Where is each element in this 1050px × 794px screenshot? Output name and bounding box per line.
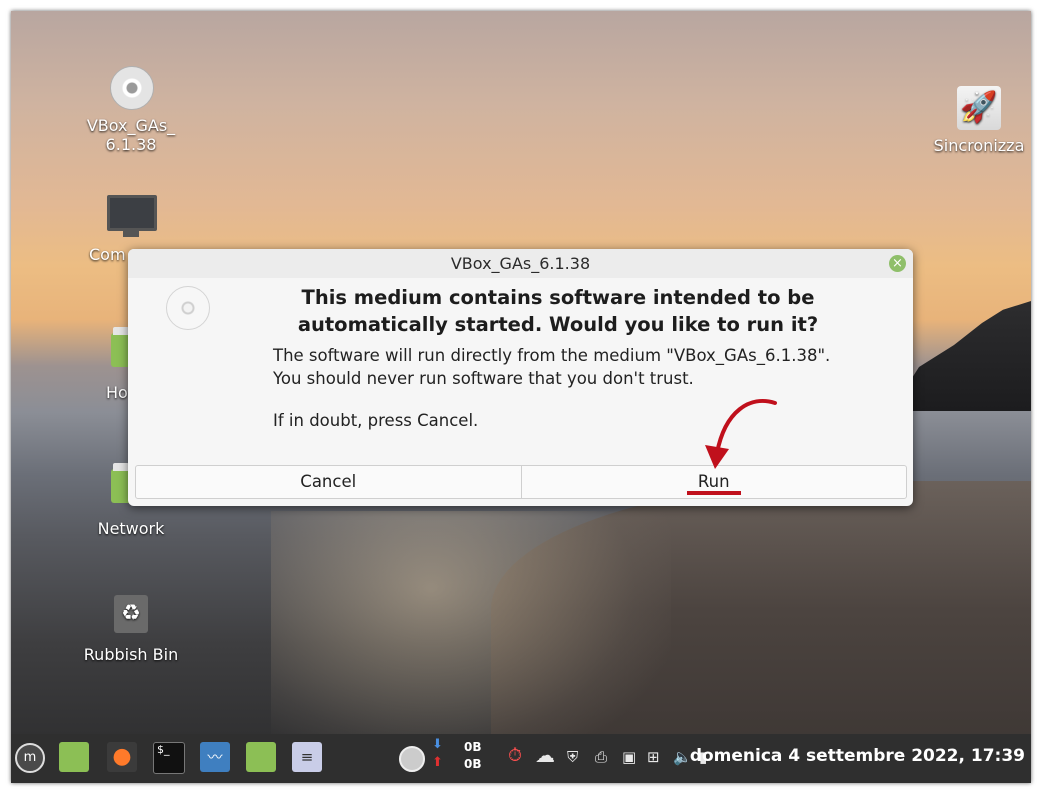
dialog-button-bar: Cancel Run [135,465,907,499]
close-icon[interactable]: × [889,255,906,272]
net-up-value: 0B [464,757,482,771]
cancel-button[interactable]: Cancel [136,466,522,498]
net-down-value: 0B [464,740,482,754]
upload-arrow-icon: ⬆ [432,755,443,770]
rocket-icon: 🚀 [955,86,1003,134]
dialog-body-line: The software will run directly from the … [273,346,831,365]
dialog-body: The software will run directly from the … [273,344,893,432]
desktop-icon-label: Network [97,519,165,538]
dialog-body-line: If in doubt, press Cancel. [273,411,479,430]
annotation-arrow-icon [705,399,777,469]
run-underline-annotation [687,491,741,495]
cloud-sync-icon[interactable]: ☁ [535,743,555,767]
network-speed: 0B 0B [464,739,482,773]
shield-icon[interactable]: ⛨ [567,748,578,766]
clock[interactable]: domenica 4 settembre 2022, 17:39 [690,746,1025,766]
desktop-icon-sincronizza[interactable]: 🚀 Sincronizza [919,86,1031,155]
disc-icon [107,66,155,114]
timer-icon[interactable]: ⏱ [508,745,522,766]
desktop-icon-label: 6.1.38 [105,135,157,154]
night-light-icon[interactable] [399,746,425,772]
mint-menu-icon[interactable]: m [15,743,45,773]
download-arrow-icon: ⬇ [432,737,443,752]
desktop-icon-vbox-disc[interactable]: VBox_GAs_ 6.1.38 [71,63,191,154]
background-shore [271,511,671,771]
desktop-icon-label: VBox_GAs_ [86,116,176,135]
dialog-heading-line: This medium contains software intended t… [301,286,815,309]
firefox-launcher-icon[interactable]: ● [107,742,137,772]
text-editor-icon[interactable]: ≡ [292,742,322,772]
disc-icon [166,286,210,330]
dialog-body-line: You should never run software that you d… [273,369,694,388]
dialog-heading: This medium contains software intended t… [273,284,843,338]
printer-icon[interactable]: ⎙ [595,748,607,766]
trash-icon: ♻ [107,595,155,643]
clipboard-icon[interactable]: ▣ [622,748,636,766]
desktop-icon-label: Sincronizza [933,136,1025,155]
files-launcher-icon[interactable] [59,742,89,772]
monitor-icon [107,195,157,243]
desktop-icon-label: Rubbish Bin [83,645,179,664]
dialog-heading-line: automatically started. Would you like to… [297,313,819,336]
system-monitor-icon[interactable]: 〰 [200,742,230,772]
autorun-dialog: VBox_GAs_6.1.38 × This medium contains s… [128,249,913,506]
desktop-icon-rubbish-bin[interactable]: ♻ Rubbish Bin [71,589,191,664]
folder-launcher-icon[interactable] [246,742,276,772]
terminal-launcher-icon[interactable]: $_ [153,742,185,774]
taskbar: m ● $_ 〰 ≡ ⬇ ⬆ 0B 0B ⏱ ☁ ⛨ ⎙ ▣ ⊞ 🔈 ▮ dom… [11,734,1031,783]
network-icon[interactable]: ⊞ [647,748,660,766]
dialog-title: VBox_GAs_6.1.38 [450,254,591,273]
dialog-titlebar[interactable]: VBox_GAs_6.1.38 × [128,249,913,278]
